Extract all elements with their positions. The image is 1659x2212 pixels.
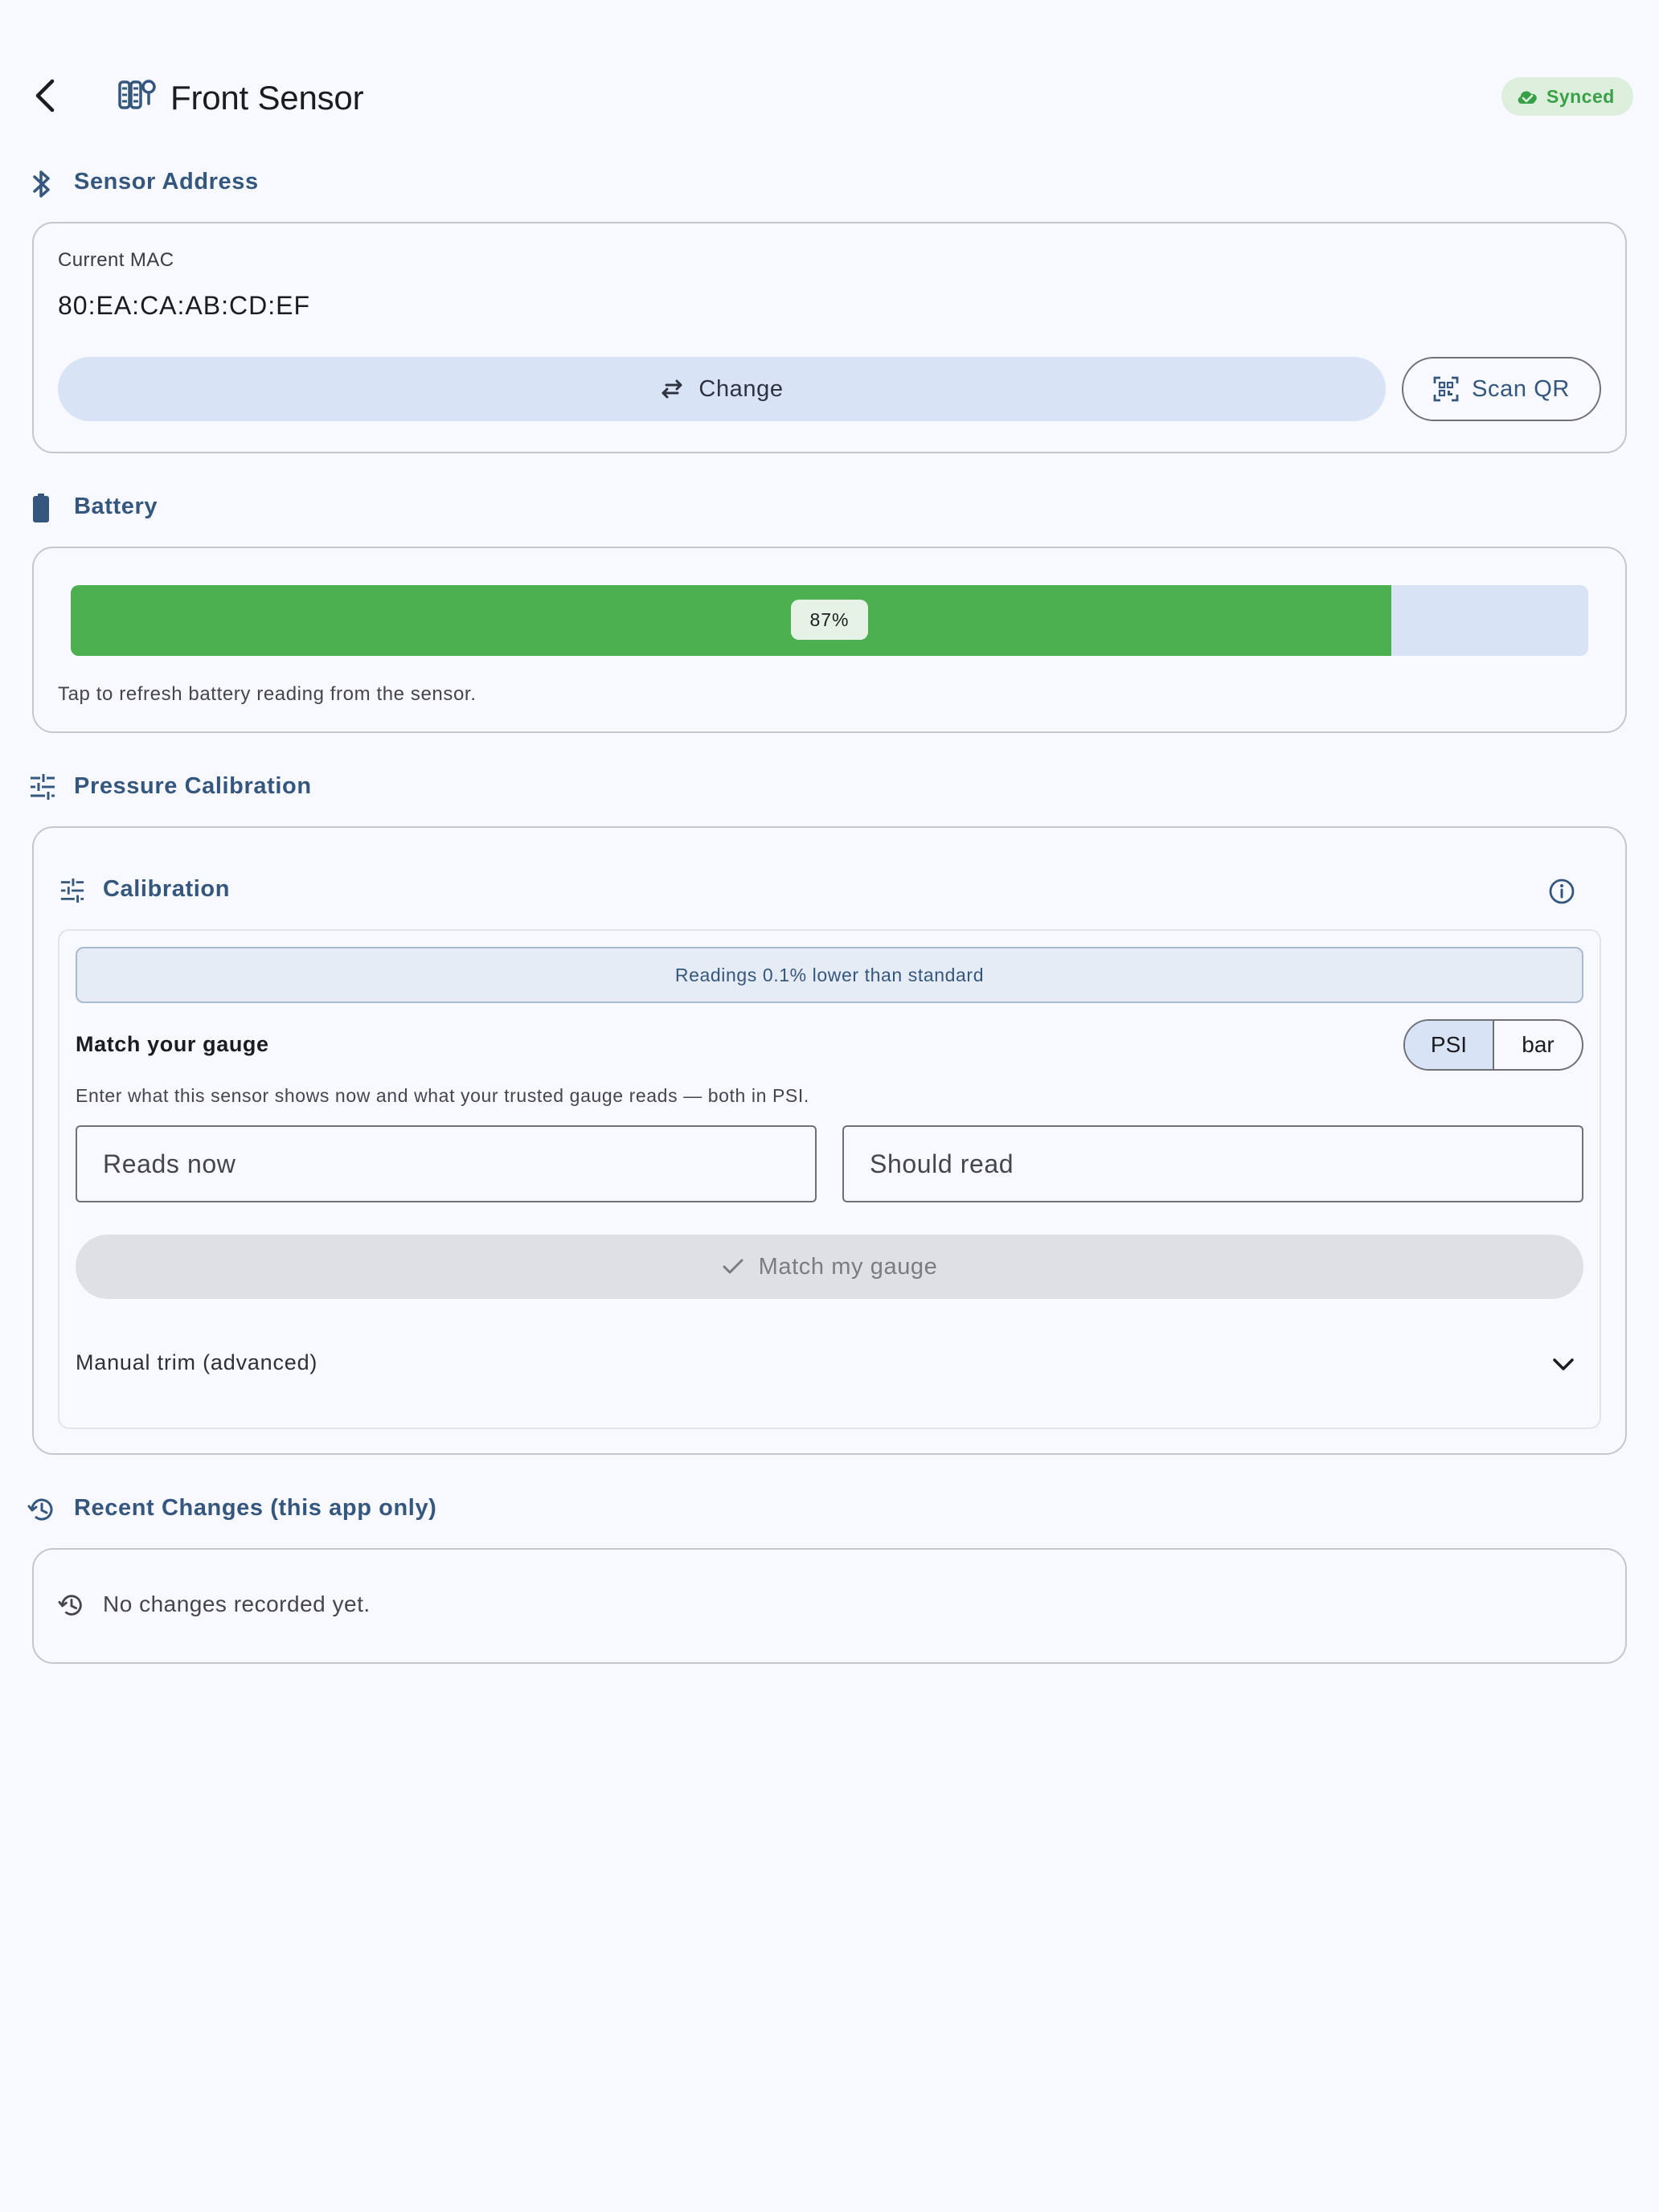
match-gauge-description: Enter what this sensor shows now and wha…: [76, 1085, 809, 1106]
section-title-sensor-address: Sensor Address: [74, 169, 259, 195]
match-gauge-title: Match your gauge: [76, 1032, 269, 1056]
no-changes-text: No changes recorded yet.: [103, 1591, 371, 1616]
page-title: Front Sensor: [170, 79, 364, 117]
cloud-done-icon: [1518, 91, 1537, 104]
mac-label: Current MAC: [58, 249, 174, 271]
empty-history-icon: [58, 1591, 85, 1619]
unit-psi-option[interactable]: PSI: [1405, 1021, 1494, 1069]
check-icon: [723, 1259, 743, 1274]
chevron-down-icon[interactable]: [1550, 1354, 1577, 1376]
battery-hint: Tap to refresh battery reading from the …: [58, 683, 477, 705]
arrow-back-icon: [35, 79, 55, 113]
change-mac-button[interactable]: Change: [58, 357, 1386, 421]
manual-trim-toggle[interactable]: Manual trim (advanced): [76, 1350, 317, 1375]
section-title-pressure-calibration: Pressure Calibration: [74, 773, 312, 799]
reads-now-input[interactable]: Reads now: [76, 1125, 817, 1202]
unit-bar-option[interactable]: bar: [1494, 1021, 1582, 1069]
calibration-title: Calibration: [103, 876, 231, 902]
scan-qr-label: Scan QR: [1472, 375, 1570, 402]
battery-level-fill: [71, 585, 1391, 656]
calibration-tune-icon: [59, 878, 85, 903]
info-icon: [1549, 879, 1575, 904]
scan-qr-button[interactable]: Scan QR: [1402, 357, 1601, 421]
section-title-recent-changes: Recent Changes (this app only): [74, 1495, 437, 1521]
match-gauge-button[interactable]: Match my gauge: [76, 1235, 1583, 1299]
swap-icon: [662, 379, 682, 399]
qr-scan-icon: [1433, 376, 1459, 402]
unit-toggle[interactable]: PSI bar: [1403, 1019, 1583, 1071]
status-badge-label: Synced: [1546, 85, 1615, 107]
battery-icon: [32, 494, 50, 522]
back-button[interactable]: [24, 72, 66, 119]
status-badge: Synced: [1501, 77, 1633, 116]
bluetooth-icon: [31, 169, 53, 199]
should-read-input[interactable]: Should read: [842, 1125, 1583, 1202]
tire-sensor-icon: [117, 77, 156, 113]
history-icon: [27, 1495, 56, 1524]
tune-icon: [29, 773, 56, 801]
battery-level-label: 87%: [791, 600, 868, 640]
section-title-battery: Battery: [74, 494, 158, 519]
match-gauge-label: Match my gauge: [758, 1253, 938, 1280]
info-button[interactable]: [1546, 876, 1577, 907]
calibration-status-banner: Readings 0.1% lower than standard: [76, 947, 1583, 1003]
change-button-label: Change: [698, 375, 784, 402]
mac-value: 80:EA:CA:AB:CD:EF: [58, 291, 310, 320]
